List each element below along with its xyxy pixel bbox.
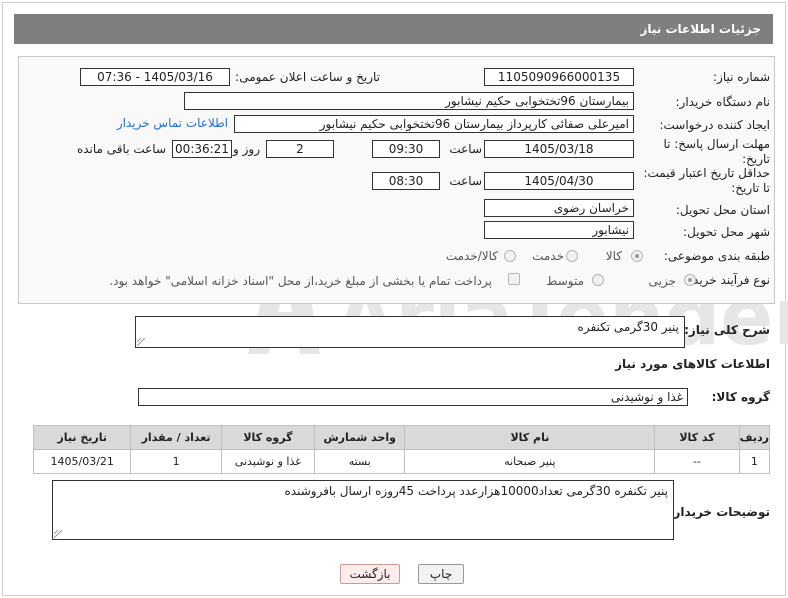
remaining-time-field: 00:36:21 [172, 140, 232, 158]
buyer-notes-text: پنیر تکنفره 30گرمی تعداد10000هزارعدد پرد… [284, 484, 668, 498]
process-medium-label: متوسط [546, 274, 584, 288]
col-row: ردیف [738, 425, 771, 450]
description-field: پنیر 30گرمی تکنفره [135, 316, 685, 348]
goods-table: ردیف کد کالا نام کالا واحد شمارش گروه کا… [32, 425, 771, 474]
table-header-row: ردیف کد کالا نام کالا واحد شمارش گروه کا… [32, 425, 771, 450]
creator-field: امیرعلی صفائی کارپرداز بیمارستان 96تختخو… [234, 115, 634, 133]
city-label: شهر محل تحویل: [683, 225, 770, 239]
buyer-org-label: نام دستگاه خریدار: [675, 95, 771, 109]
table-row: 1 -- پنیر صبحانه بسته غذا و نوشیدنی 1 14… [32, 449, 771, 474]
process-minor-radio[interactable] [684, 274, 696, 286]
col-quantity: تعداد / مقدار [130, 425, 222, 450]
category-goods-radio[interactable] [631, 250, 643, 262]
col-group: گروه کالا [220, 425, 316, 450]
process-label: نوع فرآیند خرید : [685, 273, 770, 287]
buyer-org-field: بیمارستان 96تختخوابی حکیم نیشابور [184, 92, 634, 110]
deadline-date-field: 1405/03/18 [484, 140, 634, 158]
category-service-label: خدمت [532, 249, 564, 263]
category-both-radio[interactable] [504, 250, 516, 262]
deadline-time-field: 09:30 [372, 140, 440, 158]
need-number-label: شماره نیاز: [713, 70, 770, 84]
goods-section-title: اطلاعات کالاهای مورد نیاز [615, 357, 770, 371]
col-unit: واحد شمارش [314, 425, 406, 450]
buyer-contact-link[interactable]: اطلاعات تماس خریدار [117, 116, 228, 130]
announce-field: 1405/03/16 - 07:36 [80, 68, 230, 86]
process-medium-radio[interactable] [592, 274, 604, 286]
min-price-time-field: 08:30 [372, 172, 440, 190]
need-number-field: 1105090966000135 [484, 68, 634, 86]
category-both-label: کالا/خدمت [445, 249, 498, 263]
min-price-label: حداقل تاریخ اعتبار قیمت: تا تاریخ: [643, 166, 770, 195]
page-header: جزئیات اطلاعات نیاز [14, 14, 773, 44]
city-field: نیشابور [484, 221, 634, 239]
category-label: طبقه بندی موضوعی: [663, 249, 770, 263]
province-field: خراسان رضوی [484, 199, 634, 217]
col-date: تاریخ نیاز [32, 425, 132, 450]
resize-handle-icon[interactable] [137, 338, 145, 346]
cell-quantity: 1 [130, 449, 222, 474]
cell-unit: بسته [314, 449, 406, 474]
creator-label: ایجاد کننده درخواست: [659, 118, 770, 132]
resize-handle-icon[interactable] [54, 530, 62, 538]
province-label: استان محل تحویل: [675, 203, 770, 217]
process-minor-label: جزیی [648, 274, 676, 288]
page-title: جزئیات اطلاعات نیاز [640, 22, 761, 36]
min-price-time-label: ساعت [449, 174, 482, 188]
goods-group-label: گروه کالا: [711, 390, 770, 404]
deadline-label: مهلت ارسال پاسخ: تا تاریخ: [663, 137, 770, 166]
remaining-label: ساعت باقی مانده [76, 142, 166, 156]
category-goods-label: کالا [605, 249, 622, 263]
cell-name: پنیر صبحانه [404, 449, 656, 474]
days-field: 2 [266, 140, 334, 158]
category-service-radio[interactable] [566, 250, 578, 262]
print-button[interactable]: چاپ [418, 564, 464, 584]
cell-group: غذا و نوشیدنی [220, 449, 316, 474]
description-label: شرح کلی نیاز: [684, 323, 770, 337]
description-text: پنیر 30گرمی تکنفره [577, 320, 679, 334]
goods-group-field: غذا و نوشیدنی [138, 388, 688, 406]
cell-row: 1 [738, 449, 771, 474]
treasury-payment-checkbox[interactable] [508, 273, 520, 285]
deadline-time-label: ساعت [449, 142, 482, 156]
col-name: نام کالا [404, 425, 656, 450]
back-button[interactable]: بازگشت [340, 564, 400, 584]
cell-code: -- [654, 449, 740, 474]
announce-label: تاریخ و ساعت اعلان عمومی: [235, 70, 380, 84]
days-label: روز و [233, 142, 260, 156]
buyer-notes-field: پنیر تکنفره 30گرمی تعداد10000هزارعدد پرد… [52, 480, 674, 540]
col-code: کد کالا [654, 425, 740, 450]
buyer-notes-label: توضیحات خریدار: [668, 505, 770, 519]
min-price-date-field: 1405/04/30 [484, 172, 634, 190]
treasury-payment-note: پرداخت تمام یا بخشی از مبلغ خرید،از محل … [109, 274, 492, 288]
cell-date: 1405/03/21 [32, 449, 132, 474]
